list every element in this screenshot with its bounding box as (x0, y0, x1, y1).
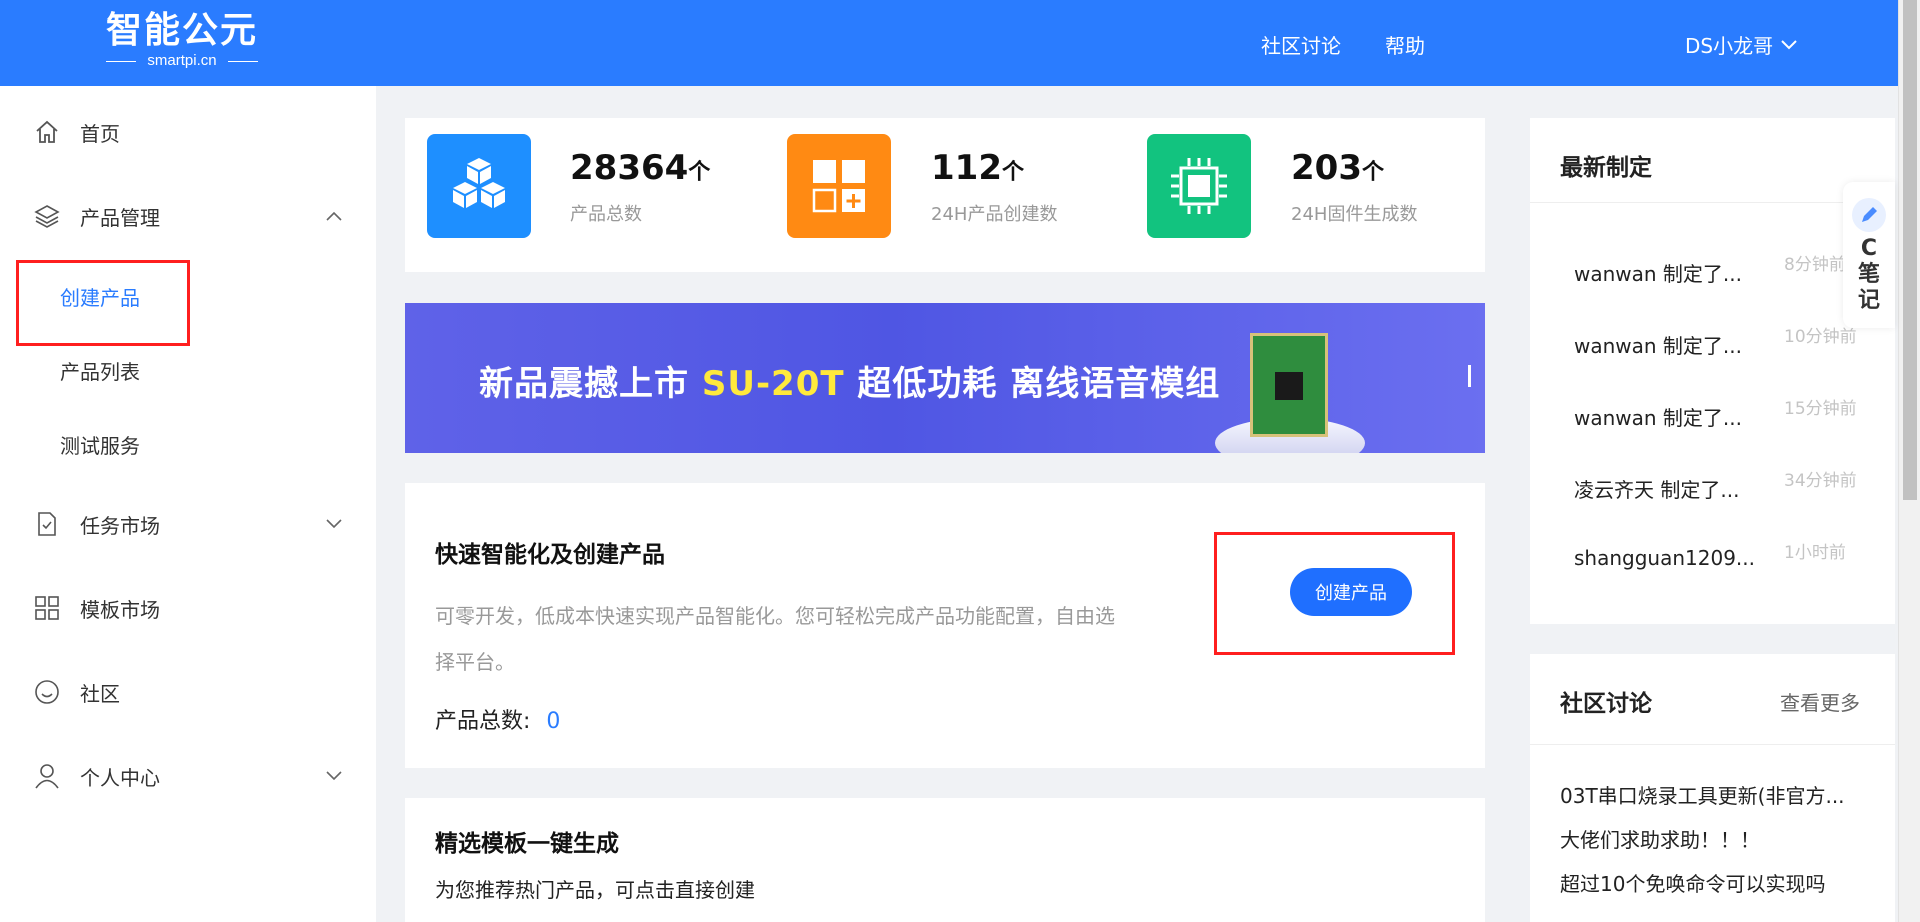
sidebar-item-community[interactable]: 社区 (0, 662, 376, 722)
banner-module-image (1250, 333, 1328, 437)
stat-value-24h-products: 112个 (931, 148, 1024, 188)
nav-help[interactable]: 帮助 (1385, 30, 1425, 59)
user-name: DS小龙哥 (1685, 34, 1774, 58)
chevron-down-icon (326, 519, 342, 529)
scrollbar-thumb[interactable] (1903, 0, 1917, 500)
sidebar-item-task-market[interactable]: 任务市场 (0, 494, 376, 554)
sidebar-label-task-market: 任务市场 (80, 513, 160, 538)
note-tab-letter: C (1860, 236, 1878, 261)
layers-icon (34, 203, 60, 229)
logo-sub-text: smartpi.cn (102, 52, 262, 70)
quick-create-title: 快速智能化及创建产品 (435, 542, 665, 568)
logo[interactable]: 智能公元 smartpi.cn (102, 10, 262, 72)
view-more-link[interactable]: 查看更多 (1780, 687, 1860, 716)
page-scrollbar[interactable] (1898, 0, 1920, 922)
quick-create-card: 快速智能化及创建产品 可零开发，低成本快速实现产品智能化。您可轻松完成产品功能配… (405, 483, 1485, 768)
sidebar-label-community: 社区 (80, 681, 120, 706)
stat-label-24h-products: 24H产品创建数 (931, 204, 1058, 225)
sidebar-label-home: 首页 (80, 121, 120, 146)
discussion-title: 社区讨论 (1560, 691, 1652, 717)
add-module-icon (787, 134, 891, 238)
quick-create-description: 可零开发，低成本快速实现产品智能化。您可轻松完成产品功能配置，自由选择平台。 (435, 604, 1115, 674)
discussion-item[interactable]: 03T串口烧录工具更新(非官方... (1560, 780, 1880, 809)
grid-icon (34, 595, 60, 621)
sidebar-subitem-test-service[interactable]: 测试服务 (60, 430, 140, 459)
smile-icon (34, 679, 60, 705)
user-icon (34, 763, 60, 789)
banner-text: 新品震撼上市 SU-20T 超低功耗 离线语音模组 (479, 364, 1221, 404)
templates-title: 精选模板一键生成 (435, 831, 619, 857)
banner-indicator[interactable] (1468, 365, 1471, 387)
sidebar-item-product-management[interactable]: 产品管理 (0, 186, 376, 246)
chip-icon (1147, 134, 1251, 238)
templates-card: 精选模板一键生成 为您推荐热门产品，可点击直接创建 (405, 798, 1485, 922)
note-tab-char: 记 (1857, 288, 1880, 313)
floating-note-tab[interactable]: C 笔 记 (1843, 182, 1895, 328)
home-icon (34, 119, 60, 145)
document-check-icon (34, 511, 60, 537)
discussion-item[interactable]: 大佬们求助求助！！！ (1560, 824, 1880, 853)
stat-value-total-products: 28364个 (570, 148, 711, 188)
sidebar-subitem-product-list[interactable]: 产品列表 (60, 356, 140, 385)
latest-panel: 最新制定 wanwan 制定了... 8分钟前 wanwan 制定了... 10分钟… (1530, 118, 1895, 624)
highlight-box-sidebar (16, 260, 190, 346)
templates-description: 为您推荐热门产品，可点击直接创建 (435, 878, 755, 902)
stat-label-total-products: 产品总数 (570, 204, 642, 225)
chevron-down-icon (1781, 39, 1797, 49)
divider (1530, 202, 1895, 203)
top-header: 智能公元 smartpi.cn 社区讨论 帮助 DS小龙哥 (0, 0, 1898, 86)
divider (1530, 744, 1895, 745)
sidebar-item-personal-center[interactable]: 个人中心 (0, 746, 376, 806)
stats-card: 28364个 产品总数 112个 24H产品创建数 203个 24H固件生成数 (405, 118, 1485, 272)
promo-banner[interactable]: 新品震撼上市 SU-20T 超低功耗 离线语音模组 (405, 303, 1485, 453)
sidebar-item-template-market[interactable]: 模板市场 (0, 578, 376, 638)
cubes-icon (427, 134, 531, 238)
chevron-down-icon (326, 771, 342, 781)
chevron-up-icon (326, 211, 342, 221)
latest-title: 最新制定 (1560, 155, 1652, 181)
sidebar-item-home[interactable]: 首页 (0, 102, 376, 162)
sidebar-label-personal-center: 个人中心 (80, 765, 160, 790)
discussion-item[interactable]: 超过10个免唤命令可以实现吗 (1560, 868, 1880, 897)
product-count: 产品总数: 0 (435, 709, 561, 734)
stat-label-24h-firmware: 24H固件生成数 (1291, 204, 1418, 225)
logo-main-text: 智能公元 (105, 10, 258, 51)
discussion-panel: 社区讨论 查看更多 03T串口烧录工具更新(非官方... 大佬们求助求助！！！ … (1530, 654, 1895, 922)
sidebar-label-template-market: 模板市场 (80, 597, 160, 622)
user-menu[interactable]: DS小龙哥 (1685, 30, 1797, 59)
sidebar-label-product-management: 产品管理 (80, 205, 160, 230)
sidebar: 首页 产品管理 创建产品 产品列表 测试服务 任务市场 模板市场 社区 个人中心 (0, 86, 376, 922)
note-icon (1852, 198, 1886, 232)
stat-value-24h-firmware: 203个 (1291, 148, 1384, 188)
nav-community-discussion[interactable]: 社区讨论 (1261, 30, 1341, 59)
highlight-box-create-button (1214, 532, 1455, 655)
note-tab-char: 笔 (1857, 262, 1880, 287)
